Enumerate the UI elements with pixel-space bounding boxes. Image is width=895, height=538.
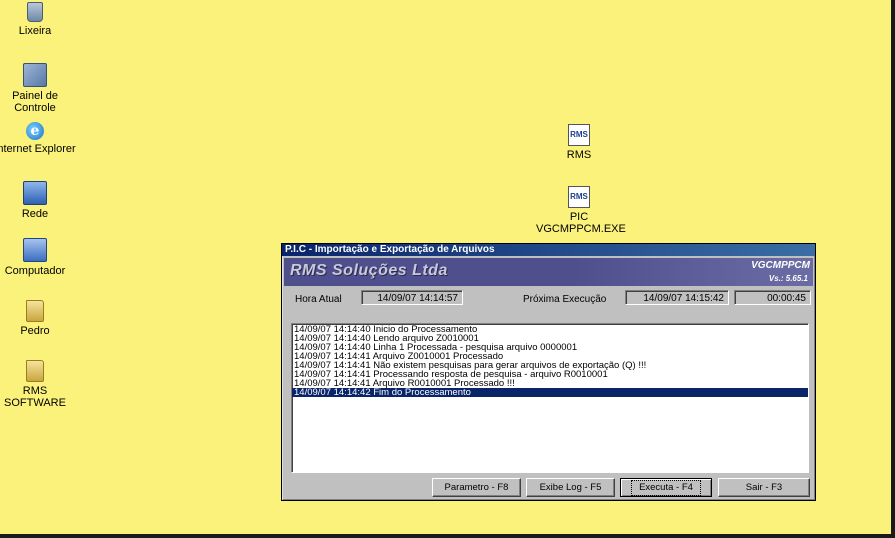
parametro-button[interactable]: Parametro - F8	[432, 478, 521, 497]
desktop-icon-painel-de-controle[interactable]: Painel de Controle	[0, 63, 78, 114]
proxima-execucao-label: Próxima Execução	[523, 294, 607, 305]
desktop-icon-label: Lixeira	[18, 25, 52, 37]
proxima-execucao-field: 14/09/07 14:15:42	[625, 290, 729, 305]
desktop-icon-computador[interactable]: Computador	[0, 238, 78, 277]
desktop-icon-label: Internet Explorer	[0, 143, 76, 155]
desktop-icon-pedro[interactable]: Pedro	[0, 300, 78, 337]
log-line-selected[interactable]: 14/09/07 14:14:42 Fim do Processamento	[292, 388, 808, 397]
pic-window: P.I.C - Importação e Exportação de Arqui…	[281, 243, 816, 501]
exibe-log-button-label: Exibe Log - F5	[539, 482, 602, 493]
desktop-icon-label: Pedro	[20, 325, 50, 337]
log-list[interactable]: 14/09/07 14:14:40 Inicio do Processament…	[291, 323, 809, 473]
recycle-bin-icon	[27, 2, 43, 22]
exibe-log-button[interactable]: Exibe Log - F5	[526, 478, 615, 497]
sair-button-label: Sair - F3	[745, 482, 783, 493]
desktop-icon-label: RMS	[566, 149, 592, 161]
hora-atual-field: 14/09/07 14:14:57	[361, 290, 463, 305]
version-label: Vs.: 5.65.1	[768, 274, 808, 283]
company-name: RMS Soluções Ltda	[290, 262, 448, 279]
desktop-icon-rms[interactable]: RMS RMS	[536, 124, 622, 161]
rms-app-icon: RMS	[568, 124, 590, 146]
control-panel-icon	[23, 63, 47, 87]
screen-right-edge	[891, 0, 895, 538]
window-title[interactable]: P.I.C - Importação e Exportação de Arqui…	[282, 244, 815, 256]
computer-icon	[23, 238, 47, 262]
executa-button[interactable]: Executa - F4	[620, 478, 712, 497]
screen-bottom-edge	[0, 534, 895, 538]
internet-explorer-icon: e	[26, 122, 44, 140]
folder-icon	[26, 360, 44, 382]
desktop-icon-label: Rede	[21, 208, 49, 220]
countdown-field: 00:00:45	[734, 290, 811, 305]
user-folder-icon	[26, 300, 44, 322]
sair-button[interactable]: Sair - F3	[718, 478, 810, 497]
header-banner: RMS Soluções Ltda VGCMPPCM Vs.: 5.65.1	[284, 258, 813, 286]
network-icon	[23, 181, 47, 205]
desktop-icon-lixeira[interactable]: Lixeira	[0, 2, 78, 37]
rms-app-icon: RMS	[568, 186, 590, 208]
desktop-icon-pic-vgcmppcm[interactable]: RMS PIC VGCMPPCM.EXE	[536, 186, 626, 235]
desktop-icon-label: Painel de Controle	[12, 90, 58, 114]
desktop-icon-label: Computador	[4, 265, 66, 277]
time-row: Hora Atual 14/09/07 14:14:57 Próxima Exe…	[282, 288, 815, 310]
hora-atual-label: Hora Atual	[295, 294, 342, 305]
desktop-icon-rede[interactable]: Rede	[0, 181, 78, 220]
executa-button-label: Executa - F4	[631, 480, 701, 496]
program-name: VGCMPPCM	[751, 260, 810, 271]
desktop-icon-label: RMS SOFTWARE	[4, 385, 66, 409]
desktop-icon-rms-software[interactable]: RMS SOFTWARE	[0, 360, 78, 409]
desktop-icon-internet-explorer[interactable]: e Internet Explorer	[0, 122, 78, 155]
parametro-button-label: Parametro - F8	[444, 482, 509, 493]
desktop-icon-label: VGCMPPCM.EXE	[536, 223, 626, 235]
desktop-icon-label: PIC	[569, 211, 589, 223]
